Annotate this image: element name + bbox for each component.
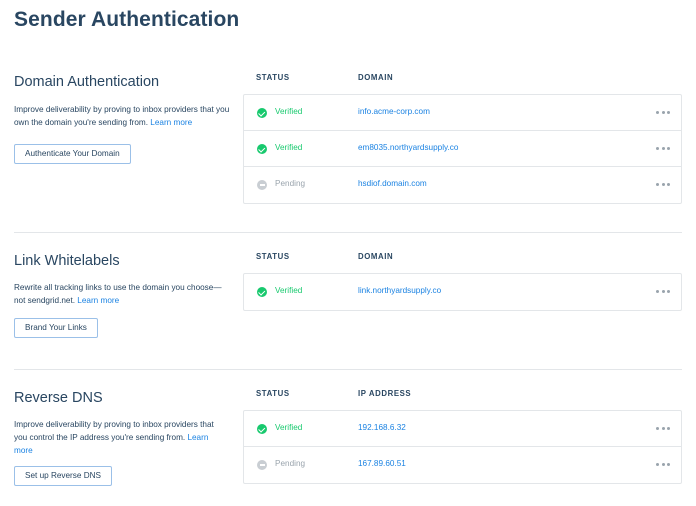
- setup-reverse-dns-button[interactable]: Set up Reverse DNS: [14, 466, 112, 486]
- status-label: Verified: [275, 107, 303, 116]
- status-label: Pending: [275, 459, 306, 468]
- section-divider: [14, 369, 682, 370]
- link-whitelabels-description: Rewrite all tracking links to use the do…: [14, 281, 228, 307]
- reverse-dns-table: Verified 192.168.6.32 Pending 167.89.60.…: [243, 410, 682, 484]
- domain-link[interactable]: em8035.northyardsupply.co: [358, 143, 458, 152]
- table-row: Pending hsdiof.domain.com: [244, 167, 681, 203]
- link-whitelabels-status-header: STATUS: [256, 252, 290, 261]
- ip-address-link[interactable]: 192.168.6.32: [358, 423, 406, 432]
- pending-circle-icon: [257, 180, 267, 190]
- table-row: Verified link.northyardsupply.co: [244, 274, 681, 310]
- domain-link[interactable]: link.northyardsupply.co: [358, 286, 441, 295]
- link-whitelabels-learn-more-link[interactable]: Learn more: [77, 296, 119, 305]
- status-label: Pending: [275, 179, 306, 188]
- table-row: Verified 192.168.6.32: [244, 411, 681, 447]
- more-options-icon[interactable]: [656, 290, 670, 294]
- page-title: Sender Authentication: [14, 8, 240, 31]
- more-options-icon[interactable]: [656, 111, 670, 115]
- more-options-icon[interactable]: [656, 183, 670, 187]
- status-label: Verified: [275, 423, 303, 432]
- domain-auth-learn-more-link[interactable]: Learn more: [150, 118, 192, 127]
- domain-link[interactable]: hsdiof.domain.com: [358, 179, 427, 188]
- reverse-dns-title: Reverse DNS: [14, 390, 103, 406]
- more-options-icon[interactable]: [656, 463, 670, 467]
- domain-auth-table: Verified info.acme-corp.com Verified em8…: [243, 94, 682, 204]
- reverse-dns-desc-text: Improve deliverability by proving to inb…: [14, 420, 214, 442]
- link-whitelabels-table: Verified link.northyardsupply.co: [243, 273, 682, 311]
- check-circle-icon: [257, 108, 267, 118]
- more-options-icon[interactable]: [656, 427, 670, 431]
- brand-your-links-button[interactable]: Brand Your Links: [14, 318, 98, 338]
- table-row: Verified info.acme-corp.com: [244, 95, 681, 131]
- link-whitelabels-title: Link Whitelabels: [14, 253, 120, 269]
- pending-circle-icon: [257, 460, 267, 470]
- ip-address-link[interactable]: 167.89.60.51: [358, 459, 406, 468]
- status-label: Verified: [275, 143, 303, 152]
- section-divider: [14, 232, 682, 233]
- domain-auth-title: Domain Authentication: [14, 74, 160, 90]
- status-label: Verified: [275, 286, 303, 295]
- table-row: Pending 167.89.60.51: [244, 447, 681, 483]
- check-circle-icon: [257, 144, 267, 154]
- reverse-dns-status-header: STATUS: [256, 389, 290, 398]
- check-circle-icon: [257, 287, 267, 297]
- table-row: Verified em8035.northyardsupply.co: [244, 131, 681, 167]
- reverse-dns-description: Improve deliverability by proving to inb…: [14, 418, 214, 457]
- more-options-icon[interactable]: [656, 147, 670, 151]
- domain-auth-status-header: STATUS: [256, 73, 290, 82]
- domain-auth-description: Improve deliverability by proving to inb…: [14, 103, 234, 129]
- check-circle-icon: [257, 424, 267, 434]
- domain-auth-desc-text: Improve deliverability by proving to inb…: [14, 105, 230, 127]
- reverse-dns-ip-header: IP ADDRESS: [358, 389, 412, 398]
- authenticate-domain-button[interactable]: Authenticate Your Domain: [14, 144, 131, 164]
- domain-link[interactable]: info.acme-corp.com: [358, 107, 430, 116]
- link-whitelabels-domain-header: DOMAIN: [358, 252, 394, 261]
- domain-auth-domain-header: DOMAIN: [358, 73, 394, 82]
